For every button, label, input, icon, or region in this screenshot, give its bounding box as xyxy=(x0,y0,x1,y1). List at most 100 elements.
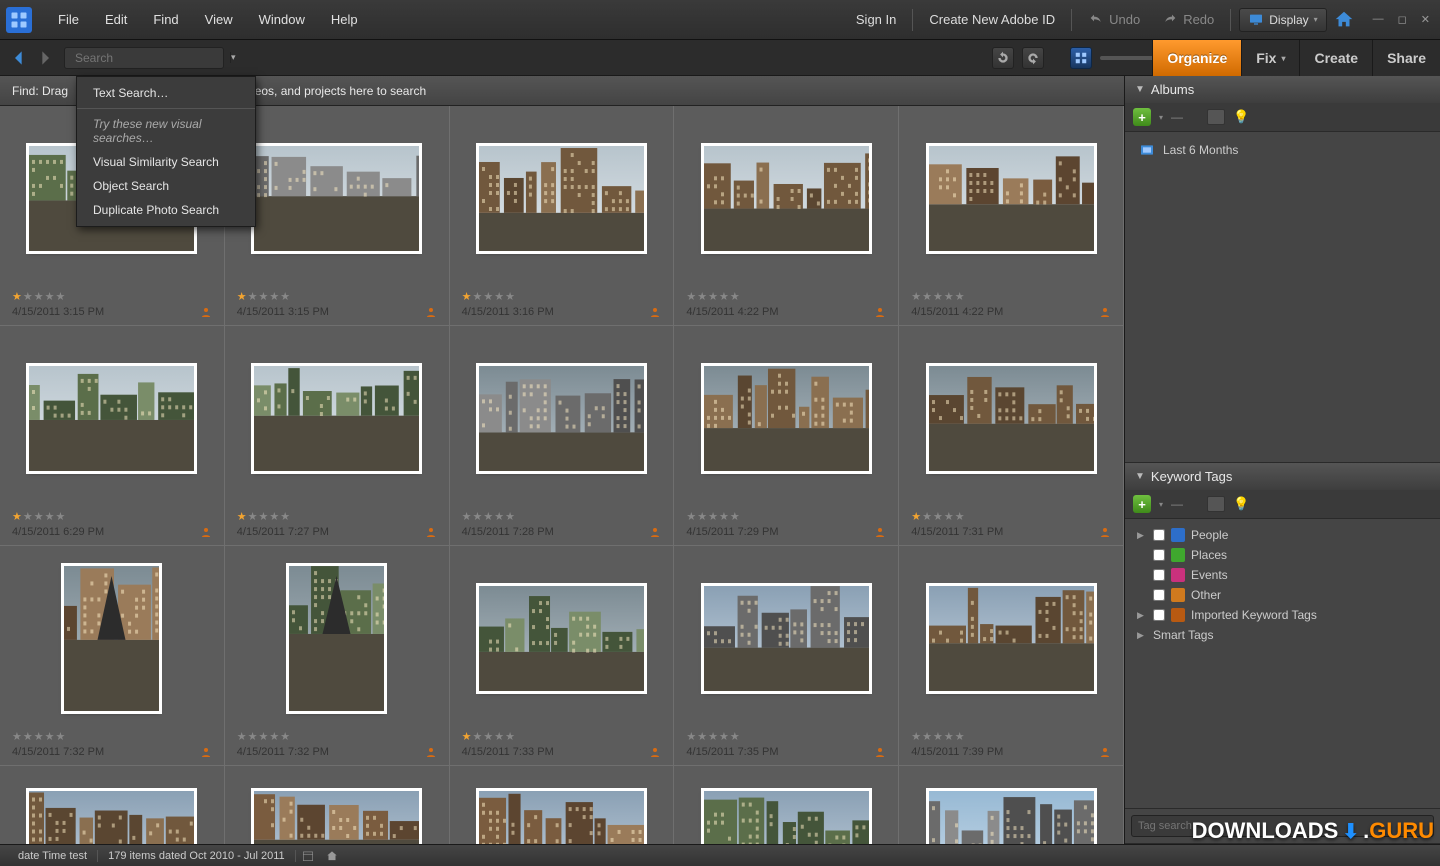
person-tag-icon[interactable] xyxy=(1099,525,1111,539)
album-hint-button[interactable]: 💡 xyxy=(1233,109,1249,125)
person-tag-icon[interactable] xyxy=(649,745,661,759)
person-tag-icon[interactable] xyxy=(649,525,661,539)
tag-other[interactable]: Other xyxy=(1135,585,1434,605)
rating-stars[interactable]: ★★★★★ xyxy=(686,510,886,523)
thumbnail[interactable] xyxy=(929,791,1094,845)
thumbnail[interactable] xyxy=(29,791,194,845)
person-tag-icon[interactable] xyxy=(200,745,212,759)
media-cell[interactable]: ★★★★★ 4/15/2011 7:32 PM xyxy=(0,546,225,766)
rating-stars[interactable]: ★★★★★ xyxy=(462,290,662,303)
menu-window[interactable]: Window xyxy=(247,6,317,33)
tag-hint-button[interactable]: 💡 xyxy=(1233,496,1249,512)
search-dropdown-toggle[interactable]: ▾ xyxy=(230,52,236,63)
keyword-tags-header[interactable]: ▼ Keyword Tags xyxy=(1125,463,1440,490)
undo-button[interactable]: Undo xyxy=(1080,9,1148,31)
rating-stars[interactable]: ★★★★★ xyxy=(12,510,212,523)
media-cell[interactable]: ★★★★★ 4/15/2011 7:33 PM xyxy=(450,546,675,766)
tag-checkbox[interactable] xyxy=(1153,529,1165,541)
media-cell[interactable] xyxy=(0,766,225,844)
status-calendar-icon[interactable] xyxy=(301,849,315,863)
tab-fix[interactable]: Fix▾ xyxy=(1241,40,1299,76)
thumbnail[interactable] xyxy=(704,146,869,251)
menu-edit[interactable]: Edit xyxy=(93,6,139,33)
media-cell[interactable]: ★★★★★ 4/15/2011 7:27 PM xyxy=(225,326,450,546)
display-dropdown[interactable]: Display ▾ xyxy=(1239,8,1326,32)
thumbnail[interactable] xyxy=(289,566,384,711)
rating-stars[interactable]: ★★★★★ xyxy=(686,730,886,743)
rating-stars[interactable]: ★★★★★ xyxy=(911,730,1111,743)
tab-organize[interactable]: Organize xyxy=(1152,40,1241,76)
thumbnail[interactable] xyxy=(479,586,644,691)
thumbnail[interactable] xyxy=(704,791,869,845)
remove-album-button[interactable]: — xyxy=(1171,110,1183,124)
rating-stars[interactable]: ★★★★★ xyxy=(12,730,212,743)
tab-share[interactable]: Share xyxy=(1372,40,1440,76)
menu-help[interactable]: Help xyxy=(319,6,370,33)
tag-people[interactable]: ▶People xyxy=(1135,525,1434,545)
album-item[interactable]: Last 6 Months xyxy=(1135,138,1434,162)
rotate-cw-button[interactable] xyxy=(1022,47,1044,69)
redo-button[interactable]: Redo xyxy=(1154,9,1222,31)
person-tag-icon[interactable] xyxy=(200,525,212,539)
tag-checkbox[interactable] xyxy=(1153,589,1165,601)
media-cell[interactable] xyxy=(225,766,450,844)
thumbnail[interactable] xyxy=(479,146,644,251)
menu-file[interactable]: File xyxy=(46,6,91,33)
menu-object-search[interactable]: Object Search xyxy=(77,174,255,198)
rating-stars[interactable]: ★★★★★ xyxy=(237,510,437,523)
sign-in-link[interactable]: Sign In xyxy=(848,8,904,31)
media-cell[interactable]: ★★★★★ 4/15/2011 3:15 PM xyxy=(225,106,450,326)
home-icon[interactable] xyxy=(1333,9,1355,31)
back-button[interactable] xyxy=(10,48,30,68)
tab-create[interactable]: Create xyxy=(1299,40,1372,76)
media-cell[interactable]: ★★★★★ 4/15/2011 4:22 PM xyxy=(674,106,899,326)
media-cell[interactable]: ★★★★★ 4/15/2011 4:22 PM xyxy=(899,106,1124,326)
search-field[interactable]: ▾ xyxy=(64,47,224,69)
app-logo-icon[interactable] xyxy=(6,7,32,33)
minimize-button[interactable]: — xyxy=(1369,11,1388,28)
rating-stars[interactable]: ★★★★★ xyxy=(237,290,437,303)
rating-stars[interactable]: ★★★★★ xyxy=(12,290,212,303)
add-tag-button[interactable]: + xyxy=(1133,495,1151,513)
thumbnail[interactable] xyxy=(929,146,1094,251)
tag-smart[interactable]: ▶Smart Tags xyxy=(1135,625,1434,645)
grid-view-button[interactable] xyxy=(1070,47,1092,69)
thumbnail[interactable] xyxy=(64,566,159,711)
person-tag-icon[interactable] xyxy=(1099,305,1111,319)
thumbnail[interactable] xyxy=(479,366,644,471)
person-tag-icon[interactable] xyxy=(874,525,886,539)
media-cell[interactable]: ★★★★★ 4/15/2011 7:28 PM xyxy=(450,326,675,546)
create-adobe-id-link[interactable]: Create New Adobe ID xyxy=(921,8,1063,31)
tag-places[interactable]: Places xyxy=(1135,545,1434,565)
media-cell[interactable]: ★★★★★ 4/15/2011 7:32 PM xyxy=(225,546,450,766)
person-tag-icon[interactable] xyxy=(425,305,437,319)
thumbnail[interactable] xyxy=(254,366,419,471)
thumbnail[interactable] xyxy=(29,366,194,471)
person-tag-icon[interactable] xyxy=(874,305,886,319)
thumbnail[interactable] xyxy=(254,791,419,845)
media-cell[interactable]: ★★★★★ 4/15/2011 7:31 PM xyxy=(899,326,1124,546)
media-cell[interactable]: ★★★★★ 4/15/2011 7:29 PM xyxy=(674,326,899,546)
rating-stars[interactable]: ★★★★★ xyxy=(911,290,1111,303)
rating-stars[interactable]: ★★★★★ xyxy=(686,290,886,303)
media-cell[interactable] xyxy=(450,766,675,844)
thumbnail[interactable] xyxy=(479,791,644,845)
add-album-button[interactable]: + xyxy=(1133,108,1151,126)
person-tag-icon[interactable] xyxy=(1099,745,1111,759)
tag-face-button[interactable] xyxy=(1207,496,1225,512)
rotate-ccw-button[interactable] xyxy=(992,47,1014,69)
close-button[interactable]: ✕ xyxy=(1417,11,1434,28)
maximize-button[interactable]: ◻ xyxy=(1394,11,1411,28)
forward-button[interactable] xyxy=(34,48,54,68)
media-cell[interactable]: ★★★★★ 4/15/2011 3:16 PM xyxy=(450,106,675,326)
menu-find[interactable]: Find xyxy=(141,6,190,33)
person-tag-icon[interactable] xyxy=(425,745,437,759)
person-tag-icon[interactable] xyxy=(649,305,661,319)
tag-checkbox[interactable] xyxy=(1153,569,1165,581)
person-tag-icon[interactable] xyxy=(425,525,437,539)
rating-stars[interactable]: ★★★★★ xyxy=(237,730,437,743)
tag-checkbox[interactable] xyxy=(1153,549,1165,561)
menu-visual-similarity[interactable]: Visual Similarity Search xyxy=(77,150,255,174)
status-home-icon[interactable] xyxy=(325,849,339,863)
thumbnail[interactable] xyxy=(929,586,1094,691)
